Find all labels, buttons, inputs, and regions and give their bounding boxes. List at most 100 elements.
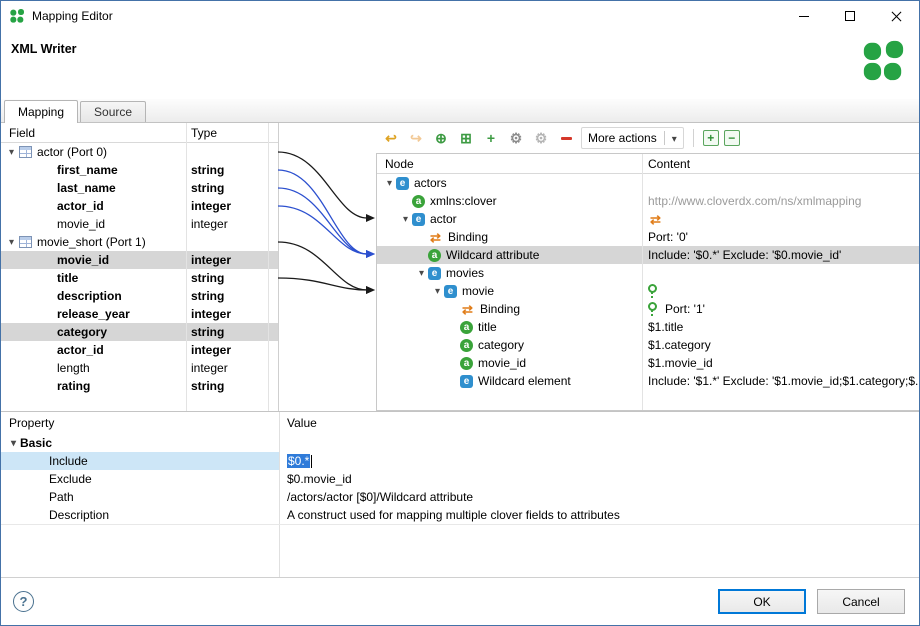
row-divider: [1, 524, 919, 525]
field-cell: movie_id: [1, 251, 186, 269]
field-row[interactable]: ratingstring: [1, 377, 278, 395]
cancel-button[interactable]: Cancel: [817, 589, 905, 614]
field-cell: movie_short (Port 1): [1, 233, 186, 251]
node-row[interactable]: aWildcard attributeInclude: '$0.*' Exclu…: [377, 246, 920, 264]
add-attribute-icon[interactable]: ⊞: [456, 128, 476, 148]
node-cell: atitle: [377, 318, 642, 336]
field-port-row[interactable]: movie_short (Port 1): [1, 233, 278, 251]
field-row[interactable]: release_yearinteger: [1, 305, 278, 323]
content-cell: http://www.cloverdx.com/ns/xmlmapping: [642, 192, 920, 210]
property-name: Include: [49, 454, 88, 468]
field-label: release_year: [57, 307, 130, 321]
include-value-editor[interactable]: $0.*: [287, 454, 310, 468]
field-port-row[interactable]: actor (Port 0): [1, 143, 278, 161]
chevron-down-icon[interactable]: [431, 286, 444, 297]
help-button[interactable]: ?: [13, 591, 34, 612]
tab-mapping[interactable]: Mapping: [4, 100, 78, 123]
content-cell: $1.category: [642, 336, 920, 354]
xml-tree-panel: ↩↪⊕⊞+⚙⚙ More actions + − Node Content ea…: [376, 123, 920, 411]
node-row[interactable]: acategory$1.category: [377, 336, 920, 354]
node-label: category: [478, 338, 524, 352]
minimize-button[interactable]: [781, 1, 827, 31]
type-column-header[interactable]: Type: [191, 126, 217, 140]
content-cell: [642, 264, 920, 282]
node-row[interactable]: axmlns:cloverhttp://www.cloverdx.com/ns/…: [377, 192, 920, 210]
field-cell: actor_id: [1, 341, 186, 359]
maximize-button[interactable]: [827, 1, 873, 31]
field-row[interactable]: titlestring: [1, 269, 278, 287]
field-cell: last_name: [1, 179, 186, 197]
property-value-cell[interactable]: $0.*: [279, 452, 919, 470]
node-row[interactable]: amovie_id$1.movie_id: [377, 354, 920, 372]
field-row[interactable]: categorystring: [1, 323, 278, 341]
chevron-down-icon[interactable]: [383, 178, 396, 189]
property-column-header[interactable]: Property: [9, 416, 54, 430]
node-column-header[interactable]: Node: [385, 157, 414, 171]
minimize-icon: [799, 16, 809, 17]
property-value-cell: $0.movie_id: [279, 470, 919, 488]
map-selected-icon[interactable]: ↪: [406, 128, 426, 148]
toolbar-separator: [693, 129, 694, 147]
add-wildcard-icon[interactable]: +: [481, 128, 501, 148]
node-label: actor: [430, 212, 457, 226]
node-row[interactable]: eactors: [377, 174, 920, 192]
node-row[interactable]: emovie: [377, 282, 920, 300]
property-row[interactable]: Exclude$0.movie_id: [1, 470, 919, 488]
fields-panel: Field Type actor (Port 0)first_namestrin…: [1, 123, 279, 411]
settings-icon[interactable]: ⚙: [506, 128, 526, 148]
field-row[interactable]: actor_idinteger: [1, 341, 278, 359]
property-name-cell: Description: [1, 506, 279, 524]
chevron-down-icon[interactable]: [5, 237, 18, 248]
type-cell: string: [191, 269, 271, 287]
remove-icon[interactable]: [556, 128, 576, 148]
more-actions-button[interactable]: More actions: [581, 127, 684, 149]
field-row[interactable]: movie_idinteger: [1, 215, 278, 233]
property-group-basic[interactable]: Basic: [1, 434, 919, 452]
field-cell: category: [1, 323, 186, 341]
add-child-element-icon[interactable]: ⊕: [431, 128, 451, 148]
field-row[interactable]: first_namestring: [1, 161, 278, 179]
element-icon: e: [412, 213, 425, 226]
node-row[interactable]: eactor ⇄: [377, 210, 920, 228]
chevron-down-icon[interactable]: [7, 438, 20, 449]
content-column-header[interactable]: Content: [648, 157, 690, 171]
chevron-down-icon[interactable]: [399, 214, 412, 225]
node-row[interactable]: eWildcard elementInclude: '$1.*' Exclude…: [377, 372, 920, 390]
property-row[interactable]: DescriptionA construct used for mapping …: [1, 506, 919, 524]
field-row[interactable]: descriptionstring: [1, 287, 278, 305]
field-cell: description: [1, 287, 186, 305]
chevron-down-icon[interactable]: [5, 147, 18, 158]
field-cell: actor (Port 0): [1, 143, 186, 161]
ok-button[interactable]: OK: [718, 589, 806, 614]
node-row[interactable]: atitle$1.title: [377, 318, 920, 336]
mapping-connector-arrows: [278, 123, 378, 411]
field-row[interactable]: movie_id integer: [1, 251, 278, 269]
content-cell: Include: '$0.*' Exclude: '$0.movie_id': [642, 246, 920, 264]
value-column-header[interactable]: Value: [287, 416, 317, 430]
binding-icon: ⇄: [428, 231, 443, 244]
property-row[interactable]: Path/actors/actor [$0]/Wildcard attribut…: [1, 488, 919, 506]
collapse-all-button[interactable]: −: [724, 130, 740, 146]
field-row[interactable]: last_namestring: [1, 179, 278, 197]
field-column-header[interactable]: Field: [9, 126, 35, 140]
node-row[interactable]: ⇄BindingPort: '1': [377, 300, 920, 318]
expand-all-button[interactable]: +: [703, 130, 719, 146]
type-cell: integer: [191, 251, 271, 269]
node-row[interactable]: ⇄BindingPort: '0': [377, 228, 920, 246]
field-label: rating: [57, 379, 90, 393]
close-button[interactable]: [873, 1, 919, 31]
field-label: movie_short (Port 1): [37, 235, 146, 249]
property-value: /actors/actor [$0]/Wildcard attribute: [287, 490, 473, 504]
field-cell: first_name: [1, 161, 186, 179]
settings-alt-icon[interactable]: ⚙: [531, 128, 551, 148]
node-row[interactable]: emovies: [377, 264, 920, 282]
binding-icon: ⇄: [648, 213, 663, 226]
type-cell: integer: [191, 197, 271, 215]
auto-map-icon[interactable]: ↩: [381, 128, 401, 148]
field-row[interactable]: actor_idinteger: [1, 197, 278, 215]
chevron-down-icon[interactable]: [415, 268, 428, 279]
tab-source[interactable]: Source: [80, 101, 146, 122]
field-row[interactable]: lengthinteger: [1, 359, 278, 377]
property-name-cell: Exclude: [1, 470, 279, 488]
property-row[interactable]: Include $0.*: [1, 452, 919, 470]
